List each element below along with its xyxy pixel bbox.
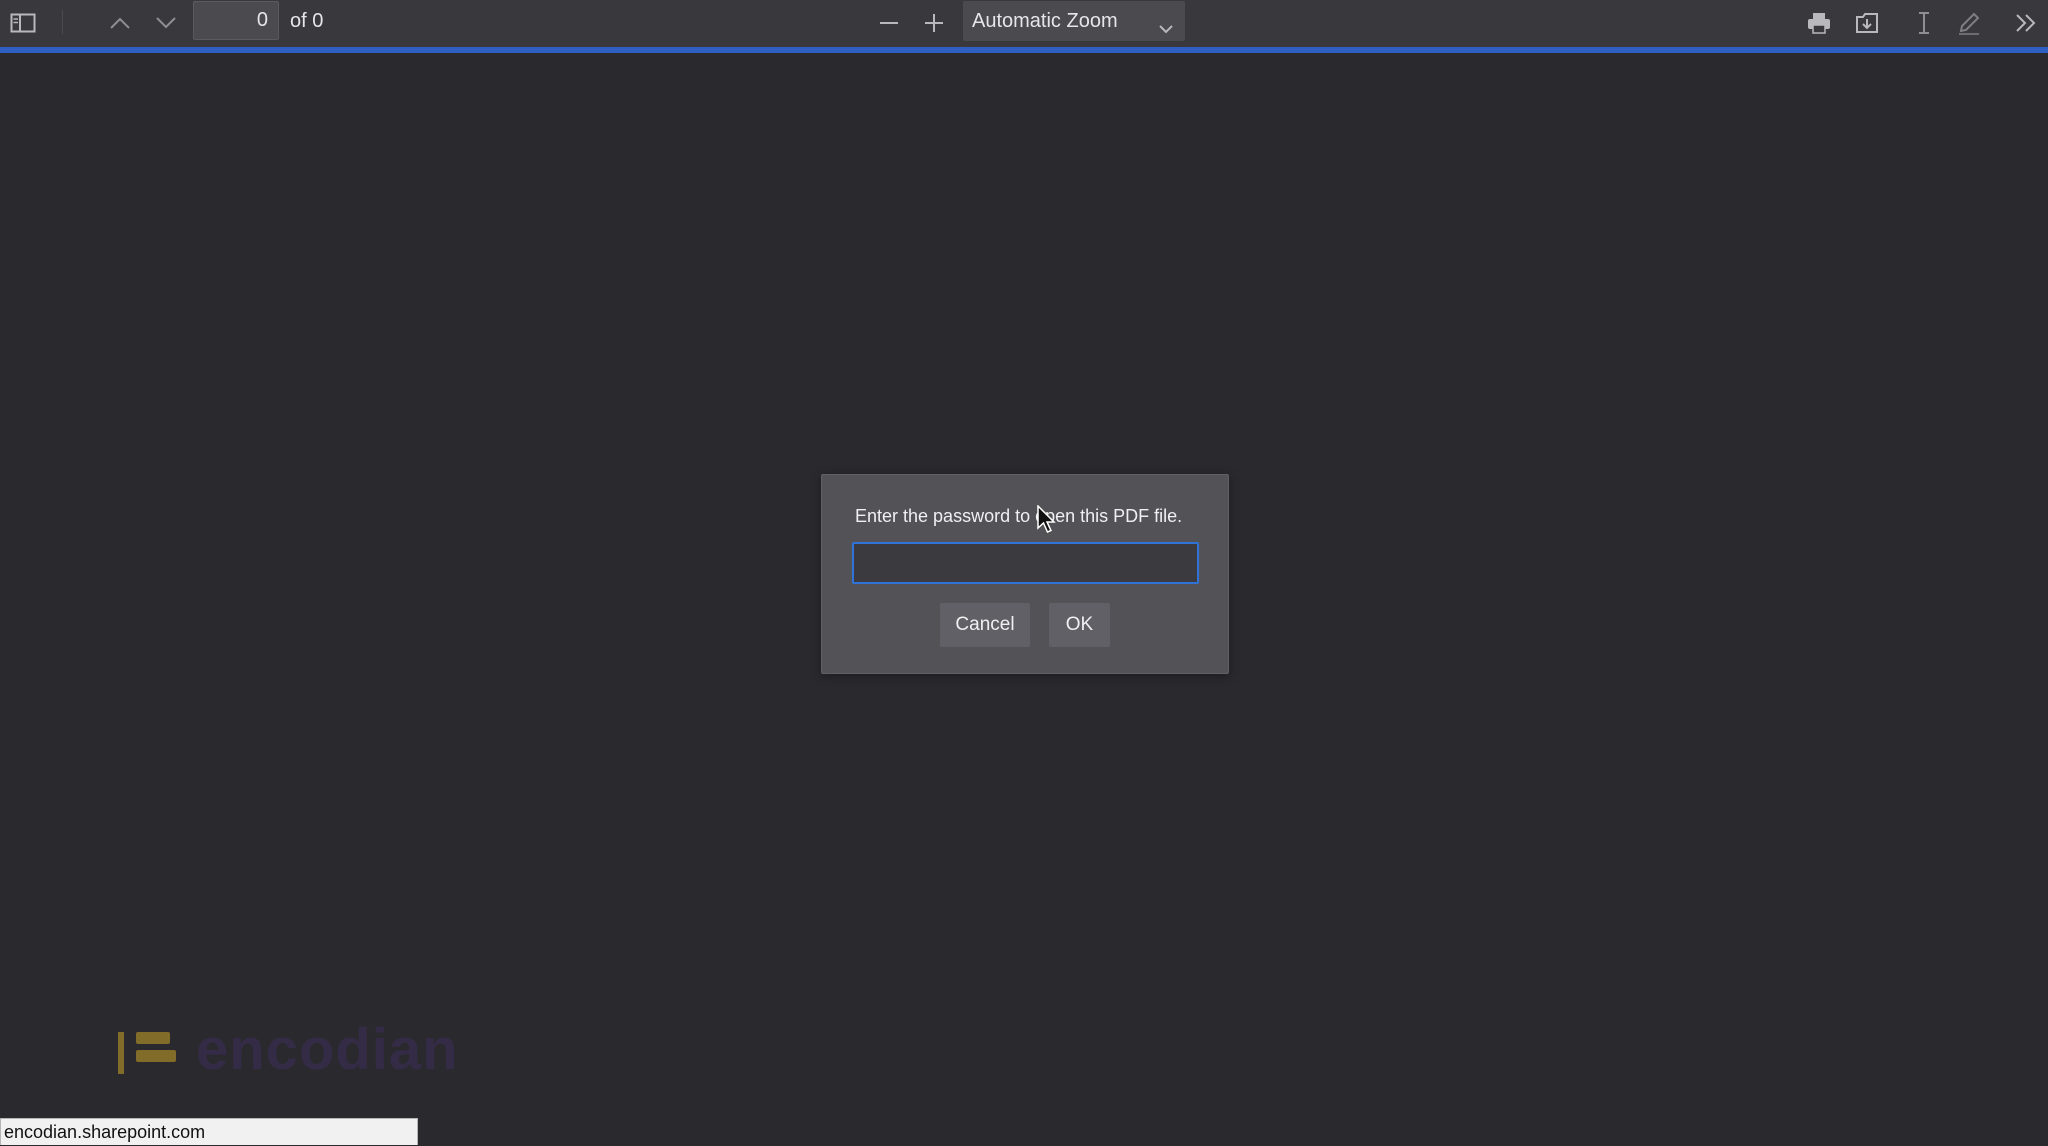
print-icon[interactable]	[1801, 4, 1837, 42]
page-count-label: of 0	[290, 10, 324, 32]
plus-icon[interactable]	[917, 4, 951, 42]
pen-icon[interactable]	[1952, 4, 1986, 42]
pdf-toolbar: 0 of 0 Automatic Zoom	[0, 0, 2048, 47]
minus-icon[interactable]	[872, 4, 906, 42]
password-input[interactable]	[852, 542, 1199, 584]
page-number-input[interactable]: 0	[193, 1, 279, 40]
encodian-logo-mark	[118, 1032, 176, 1074]
zoom-select-value: Automatic Zoom	[972, 10, 1118, 32]
sidebar-toggle-icon[interactable]	[6, 4, 40, 42]
chevron-down-icon	[1157, 12, 1175, 52]
chevron-up-icon[interactable]	[104, 4, 136, 42]
status-bar-url: encodian.sharepoint.com	[0, 1118, 418, 1145]
text-cursor-icon[interactable]	[1908, 4, 1940, 42]
mouse-pointer-icon	[1037, 504, 1057, 540]
watermark-logo-text: encodian	[196, 1017, 459, 1082]
chevron-down-icon[interactable]	[150, 4, 182, 42]
password-prompt-label: Enter the password to open this PDF file…	[855, 506, 1183, 526]
password-dialog: Enter the password to open this PDF file…	[821, 474, 1229, 674]
download-icon[interactable]	[1849, 4, 1885, 42]
ok-button[interactable]: OK	[1049, 603, 1110, 647]
loading-progress-bar	[0, 47, 2048, 53]
zoom-select[interactable]: Automatic Zoom	[963, 1, 1185, 41]
double-chevron-right-icon[interactable]	[2009, 4, 2043, 42]
encodian-logo: encodian	[116, 1020, 466, 1080]
cancel-button[interactable]: Cancel	[940, 603, 1030, 647]
toolbar-divider	[62, 10, 63, 34]
